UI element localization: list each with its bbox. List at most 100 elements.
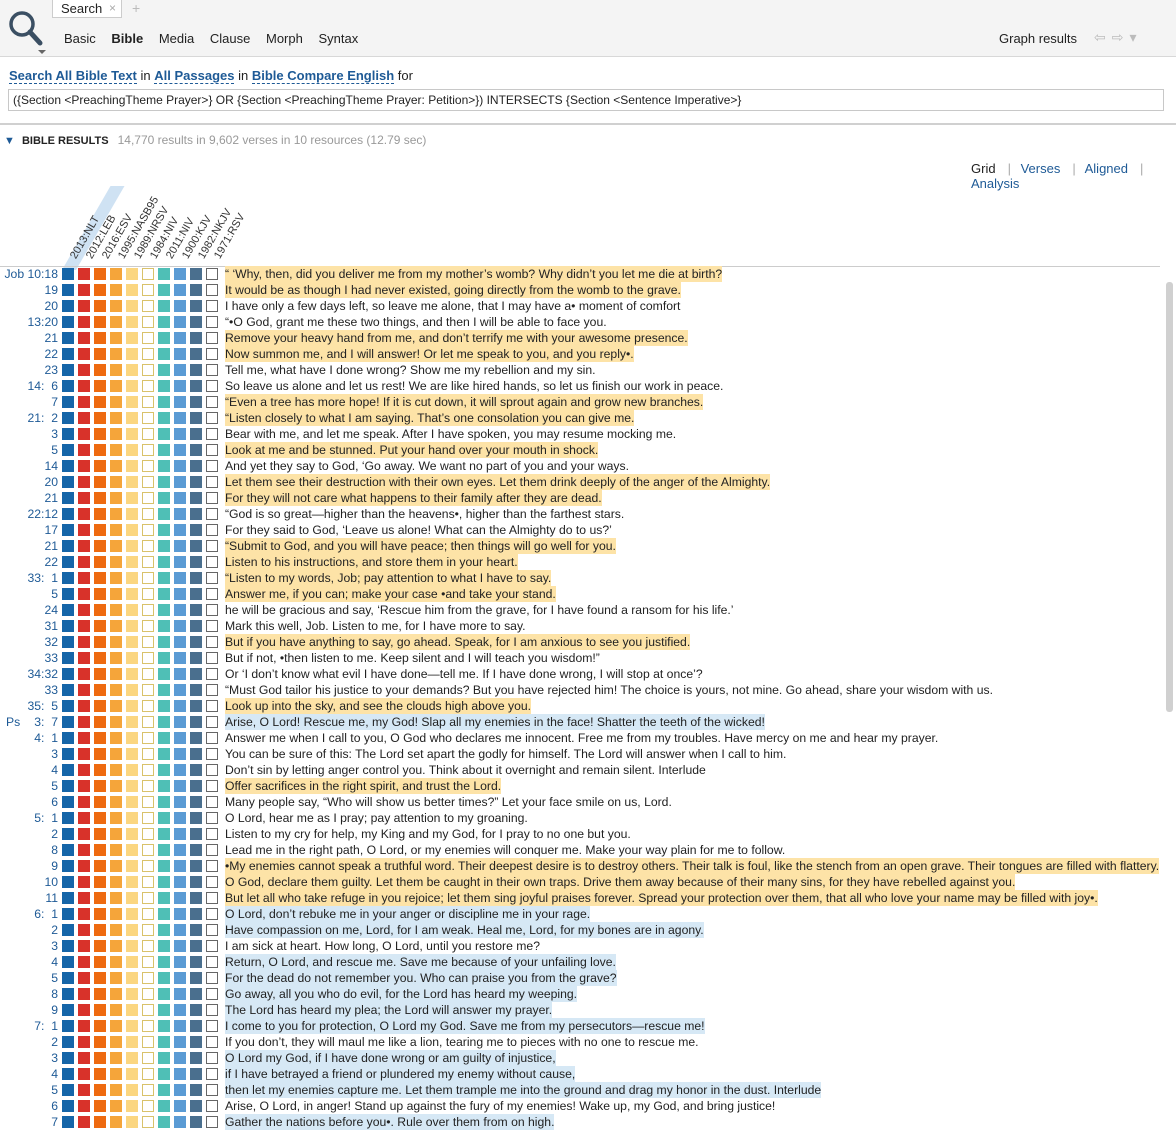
verse-reference[interactable]: 24 — [0, 602, 58, 618]
verse-text[interactable]: “God is so great—higher than the heavens… — [225, 506, 624, 522]
verse-text[interactable]: Don’t sin by letting anger control you. … — [225, 762, 706, 778]
row-checkbox[interactable] — [206, 588, 218, 600]
verse-reference[interactable]: 20 — [0, 474, 58, 490]
verse-text[interactable]: O Lord, hear me as I pray; pay attention… — [225, 810, 528, 826]
row-checkbox[interactable] — [206, 572, 218, 584]
table-row[interactable]: 7: 1 I come to you for protection, O Lord… — [0, 1018, 1176, 1034]
verse-text[interactable]: And yet they say to God, ‘Go away. We wa… — [225, 458, 629, 474]
verse-text[interactable]: It would be as though I had never existe… — [225, 282, 681, 298]
verse-text[interactable]: Look up into the sky, and see the clouds… — [225, 698, 532, 714]
verse-text[interactable]: Answer me, if you can; make your case •a… — [225, 586, 556, 602]
row-checkbox[interactable] — [206, 364, 218, 376]
verse-reference[interactable]: 3 — [0, 938, 58, 954]
verse-reference[interactable]: 6 — [0, 1098, 58, 1114]
verse-reference[interactable]: 2 — [0, 922, 58, 938]
row-checkbox[interactable] — [206, 1036, 218, 1048]
row-checkbox[interactable] — [206, 956, 218, 968]
verse-text[interactable]: “Submit to God, and you will have peace;… — [225, 538, 616, 554]
verse-reference[interactable]: 6 — [0, 794, 58, 810]
verse-text[interactable]: I am sick at heart. How long, O Lord, un… — [225, 938, 540, 954]
row-checkbox[interactable] — [206, 892, 218, 904]
verse-text[interactable]: Many people say, “Who will show us bette… — [225, 794, 672, 810]
verse-reference[interactable]: 21 — [0, 538, 58, 554]
verse-reference[interactable]: 14: 6 — [0, 378, 59, 394]
verse-reference[interactable]: 33: 1 — [0, 570, 59, 586]
verse-text[interactable]: Have compassion on me, Lord, for I am we… — [225, 922, 704, 938]
row-checkbox[interactable] — [206, 668, 218, 680]
row-checkbox[interactable] — [206, 1052, 218, 1064]
verse-reference[interactable]: 5 — [0, 970, 58, 986]
verse-reference[interactable]: 21: 2 — [0, 410, 59, 426]
row-checkbox[interactable] — [206, 460, 218, 472]
table-row[interactable]: 2 If you don’t, they will maul me like a … — [0, 1034, 1176, 1050]
row-checkbox[interactable] — [206, 444, 218, 456]
table-row[interactable]: 5: 1 O Lord, hear me as I pray; pay atten… — [0, 810, 1176, 826]
verse-text[interactable]: But if not, •then listen to me. Keep sil… — [225, 650, 600, 666]
table-row[interactable]: 9 The Lord has heard my plea; the Lord wi… — [0, 1002, 1176, 1018]
verse-text[interactable]: “Must God tailor his justice to your dem… — [225, 682, 993, 698]
table-row[interactable]: 5 then let my enemies capture me. Let the… — [0, 1082, 1176, 1098]
row-checkbox[interactable] — [206, 604, 218, 616]
search-input[interactable]: ({Section <PreachingTheme Prayer>} OR {S… — [8, 89, 1164, 111]
row-checkbox[interactable] — [206, 268, 218, 280]
table-row[interactable]: 33: 1 “Listen to my words, Job; pay atten… — [0, 570, 1176, 586]
verse-reference[interactable]: 17 — [0, 522, 58, 538]
graph-results-button[interactable]: Graph results — [999, 31, 1077, 46]
verse-text[interactable]: Lead me in the right path, O Lord, or my… — [225, 842, 785, 858]
verse-text[interactable]: Listen to my cry for help, my King and m… — [225, 826, 631, 842]
verse-text[interactable]: Arise, O Lord, in anger! Stand up agains… — [225, 1098, 775, 1114]
verse-text[interactable]: then let my enemies capture me. Let them… — [225, 1082, 822, 1098]
verse-text[interactable]: “•O God, grant me these two things, and … — [225, 314, 607, 330]
verse-reference[interactable]: 2 — [0, 1034, 58, 1050]
table-row[interactable]: 4: 1 Answer me when I call to you, O God … — [0, 730, 1176, 746]
table-row[interactable]: 3 I am sick at heart. How long, O Lord, u… — [0, 938, 1176, 954]
table-row[interactable]: 2 Have compassion on me, Lord, for I am w… — [0, 922, 1176, 938]
verse-reference[interactable]: 8 — [0, 842, 58, 858]
back-arrow-icon[interactable]: ⇦ — [1094, 29, 1112, 45]
row-checkbox[interactable] — [206, 284, 218, 296]
verse-reference[interactable]: 22:12 — [0, 506, 59, 522]
row-checkbox[interactable] — [206, 972, 218, 984]
table-row[interactable]: 20 Let them see their destruction with th… — [0, 474, 1176, 490]
verse-reference[interactable]: 3 — [0, 746, 58, 762]
row-checkbox[interactable] — [206, 764, 218, 776]
row-checkbox[interactable] — [206, 748, 218, 760]
history-nav[interactable]: ⇦⇨▾ — [1094, 29, 1143, 46]
verse-reference[interactable]: 22 — [0, 554, 58, 570]
verse-text[interactable]: Return, O Lord, and rescue me. Save me b… — [225, 954, 616, 970]
row-checkbox[interactable] — [206, 300, 218, 312]
table-row[interactable]: 6 Many people say, “Who will show us bett… — [0, 794, 1176, 810]
table-row[interactable]: 21 Remove your heavy hand from me, and do… — [0, 330, 1176, 346]
verse-reference[interactable]: 32 — [0, 634, 58, 650]
row-checkbox[interactable] — [206, 428, 218, 440]
verse-text[interactable]: Tell me, what have I done wrong? Show me… — [225, 362, 596, 378]
verse-reference[interactable]: 5 — [0, 442, 58, 458]
table-row[interactable]: 7 Gather the nations before you•. Rule ov… — [0, 1114, 1176, 1130]
verse-reference[interactable]: 4: 1 — [0, 730, 58, 746]
verse-reference[interactable]: 22 — [0, 346, 58, 362]
row-checkbox[interactable] — [206, 492, 218, 504]
row-checkbox[interactable] — [206, 636, 218, 648]
verse-text[interactable]: Gather the nations before you•. Rule ove… — [225, 1114, 555, 1130]
table-row[interactable]: 24 he will be gracious and say, ‘Rescue h… — [0, 602, 1176, 618]
table-row[interactable]: 5 Answer me, if you can; make your case •… — [0, 586, 1176, 602]
row-checkbox[interactable] — [206, 716, 218, 728]
verse-reference[interactable]: 6: 1 — [0, 906, 58, 922]
row-checkbox[interactable] — [206, 1116, 218, 1128]
verse-reference[interactable]: 4 — [0, 954, 58, 970]
verse-reference[interactable]: 13:20 — [0, 314, 59, 330]
row-checkbox[interactable] — [206, 476, 218, 488]
verse-reference[interactable]: 9 — [0, 858, 58, 874]
verse-reference[interactable]: Job 10:18 — [0, 266, 58, 282]
verse-reference[interactable]: 8 — [0, 986, 58, 1002]
verse-text[interactable]: If you don’t, they will maul me like a l… — [225, 1034, 699, 1050]
tab-morph[interactable]: Morph — [266, 31, 303, 46]
verse-reference[interactable]: 7: 1 — [0, 1018, 58, 1034]
tab-clause[interactable]: Clause — [210, 31, 250, 46]
tab-search[interactable]: Search × — [52, 0, 122, 18]
verse-reference[interactable]: 35: 5 — [0, 698, 59, 714]
verse-text[interactable]: Answer me when I call to you, O God who … — [225, 730, 938, 746]
row-checkbox[interactable] — [206, 396, 218, 408]
row-checkbox[interactable] — [206, 924, 218, 936]
table-row[interactable]: 21 For they will not care what happens to… — [0, 490, 1176, 506]
